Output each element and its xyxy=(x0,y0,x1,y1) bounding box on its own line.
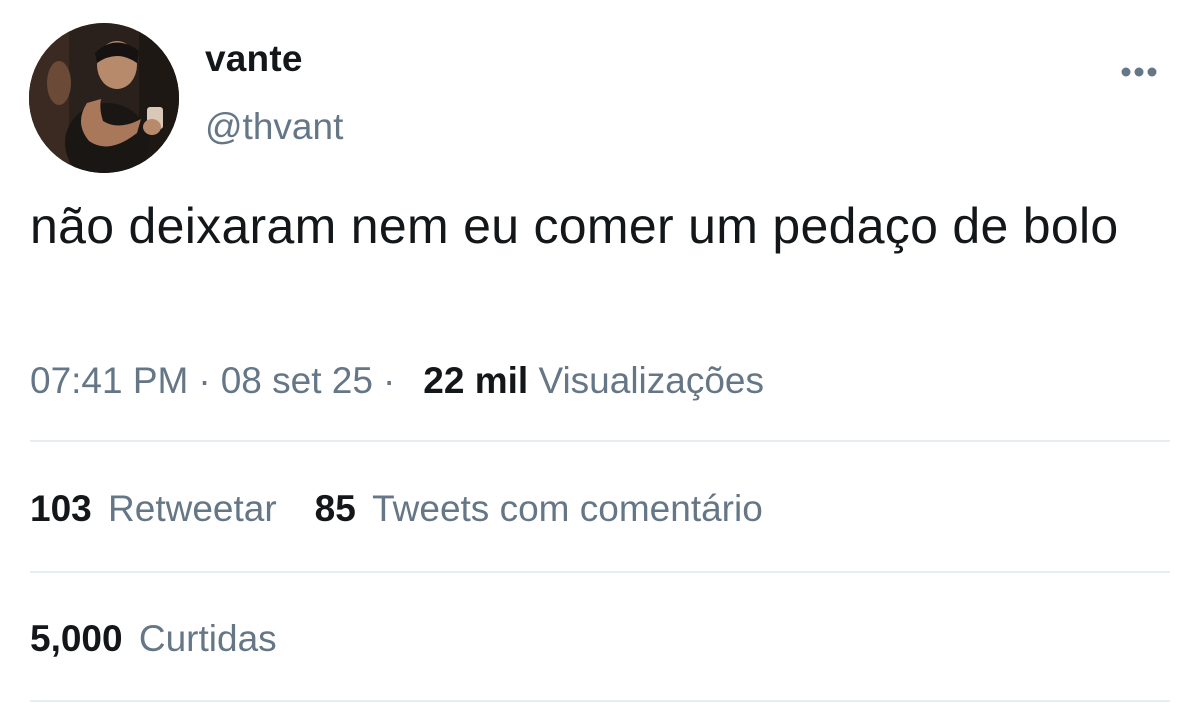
more-options-icon[interactable] xyxy=(1118,60,1160,84)
likes-stat[interactable]: 5,000 Curtidas xyxy=(30,618,277,659)
meta-separator: · xyxy=(382,360,396,401)
retweets-label: Retweetar xyxy=(108,488,277,529)
tweet-date[interactable]: 08 set 25 xyxy=(221,360,373,401)
divider xyxy=(30,571,1170,573)
avatar[interactable] xyxy=(29,23,179,173)
tweet-text: não deixaram nem eu comer um pedaço de b… xyxy=(30,198,1119,254)
views-label: Visualizações xyxy=(538,360,765,401)
views-count: 22 mil xyxy=(423,360,529,401)
quotes-count: 85 xyxy=(314,488,356,529)
tweet-meta: 07:41 PM · 08 set 25 · 22 mil Visualizações xyxy=(30,360,764,402)
likes-row: 5,000 Curtidas xyxy=(30,618,277,660)
display-name[interactable]: vante xyxy=(205,38,303,80)
quotes-label: Tweets com comentário xyxy=(372,488,763,529)
retweets-stat[interactable]: 103 Retweetar xyxy=(30,488,277,529)
avatar-image xyxy=(29,23,179,173)
user-handle[interactable]: @thvant xyxy=(205,106,343,148)
likes-count: 5,000 xyxy=(30,618,123,659)
divider xyxy=(30,700,1170,702)
likes-label: Curtidas xyxy=(138,618,277,659)
tweet-detail: vante @thvant não deixaram nem eu comer … xyxy=(0,0,1200,706)
retweets-count: 103 xyxy=(30,488,92,529)
tweet-time[interactable]: 07:41 PM xyxy=(30,360,188,401)
engagement-stats: 103 Retweetar 85 Tweets com comentário xyxy=(30,488,763,530)
meta-separator: · xyxy=(198,360,211,401)
divider xyxy=(30,440,1170,442)
quotes-stat[interactable]: 85 Tweets com comentário xyxy=(315,488,763,529)
